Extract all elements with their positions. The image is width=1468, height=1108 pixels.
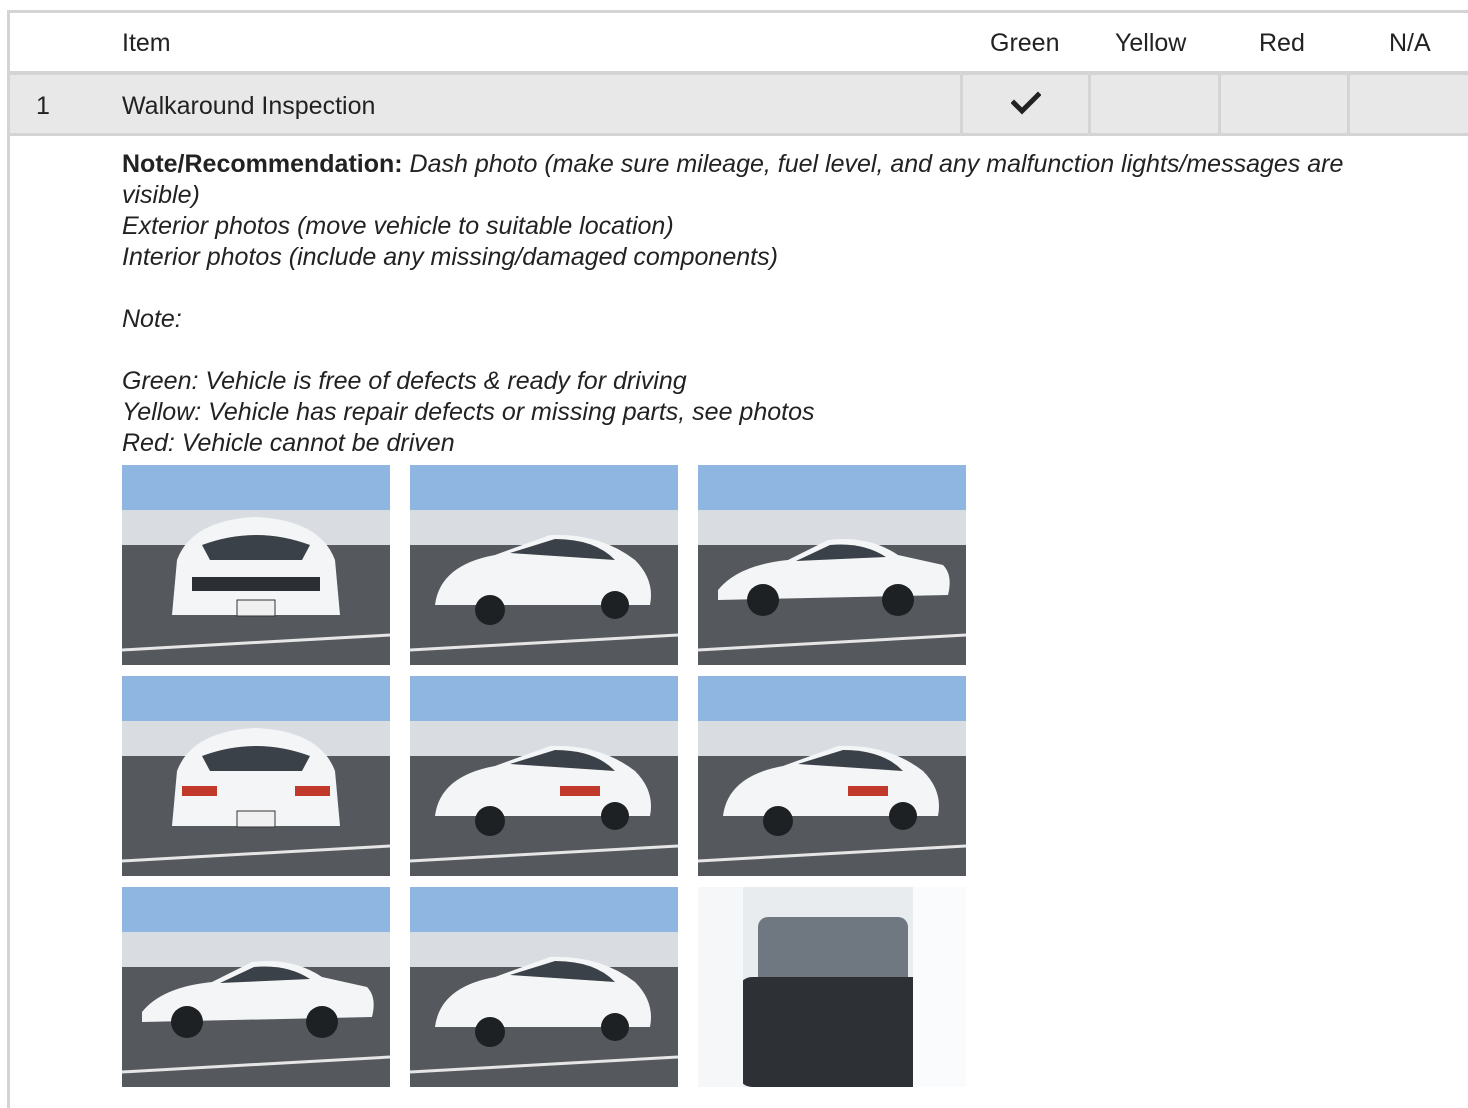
header-na: N/A [1389, 29, 1431, 57]
header-yellow: Yellow [1115, 29, 1187, 57]
car-photo-icon[interactable] [122, 676, 390, 876]
note-line: Note: [122, 305, 182, 333]
column-divider [960, 75, 963, 133]
column-divider [1088, 75, 1091, 133]
header-red: Red [1259, 29, 1305, 57]
column-divider [1347, 75, 1350, 133]
row-item-name: Walkaround Inspection [122, 92, 376, 120]
checkmark-icon [1011, 91, 1041, 115]
table-row[interactable]: 1 Walkaround Inspection [10, 75, 1468, 136]
note-recommendation: Note/Recommendation: Dash photo (make su… [122, 149, 1422, 459]
car-photo-icon[interactable] [410, 465, 678, 665]
note-line: Yellow: Vehicle has repair defects or mi… [122, 398, 815, 426]
table-header: Item Green Yellow Red N/A [10, 13, 1468, 75]
car-photo-icon[interactable] [410, 887, 678, 1087]
car-photo-icon[interactable] [698, 465, 966, 665]
note-line: Red: Vehicle cannot be driven [122, 429, 455, 457]
header-green: Green [990, 29, 1060, 57]
note-line: Interior photos (include any missing/dam… [122, 243, 778, 271]
note-label: Note/Recommendation: [122, 150, 403, 178]
photo-grid [122, 465, 972, 1089]
car-photo-icon[interactable] [410, 676, 678, 876]
car-photo-icon[interactable] [122, 465, 390, 665]
car-photo-icon[interactable] [122, 887, 390, 1087]
column-divider [1218, 75, 1221, 133]
header-item: Item [122, 29, 171, 57]
note-line: Exterior photos (move vehicle to suitabl… [122, 212, 674, 240]
row-number: 1 [36, 92, 50, 120]
note-line: Green: Vehicle is free of defects & read… [122, 367, 687, 395]
inspection-table: Item Green Yellow Red N/A 1 Walkaround I… [7, 10, 1468, 1108]
car-photo-icon[interactable] [698, 887, 966, 1087]
car-photo-icon[interactable] [698, 676, 966, 876]
